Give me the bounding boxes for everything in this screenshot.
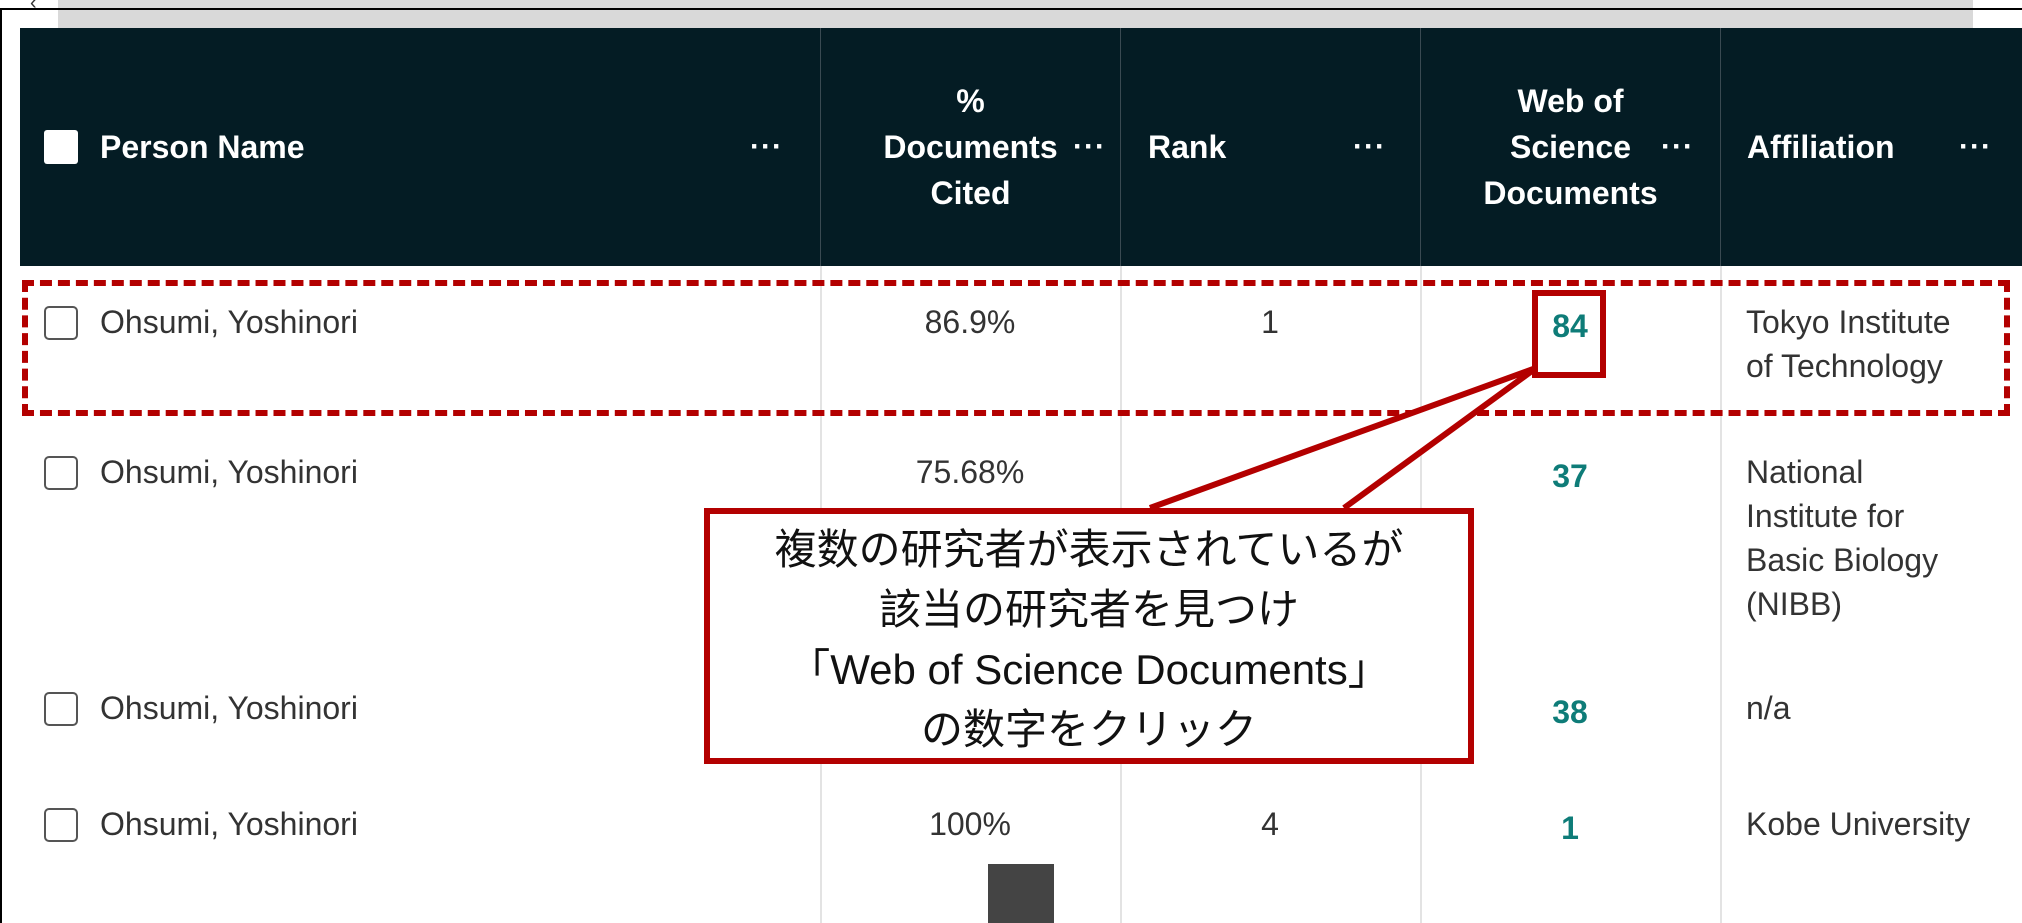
column-header-label: Cited xyxy=(930,175,1011,211)
wos-documents-link[interactable]: 37 xyxy=(1420,454,1720,498)
frame-border-left xyxy=(0,10,2,923)
affiliation: National Institute for Basic Biology (NI… xyxy=(1746,450,2016,626)
horizontal-scrollbar[interactable] xyxy=(58,0,1973,28)
callout-line: 「Web of Science Documents」 xyxy=(788,646,1390,693)
pct-documents-cited: 100% xyxy=(929,806,1011,842)
column-header-label: Documents xyxy=(883,129,1058,165)
pct-documents-cited: 75.68% xyxy=(915,454,1025,490)
callout-line: 複数の研究者が表示されているが xyxy=(774,526,1404,573)
column-header-label: Documents xyxy=(1483,175,1658,211)
more-horizontal-icon[interactable]: ··· xyxy=(1073,124,1106,170)
chevron-left-icon[interactable]: ‹ xyxy=(30,0,48,13)
column-header-person-name[interactable]: Person Name ··· xyxy=(20,28,820,266)
row-checkbox[interactable] xyxy=(44,692,78,726)
column-header-label: % xyxy=(956,83,985,119)
highlight-solid-box xyxy=(1532,290,1606,378)
drag-handle[interactable] xyxy=(988,864,1054,923)
affiliation: Kobe University xyxy=(1746,802,2016,846)
column-header-label: Web of xyxy=(1517,83,1624,119)
select-all-checkbox[interactable] xyxy=(44,130,78,164)
column-header-label: Affiliation xyxy=(1747,129,1895,165)
column-header-label: Science xyxy=(1510,129,1631,165)
more-horizontal-icon[interactable]: ··· xyxy=(1959,124,1992,170)
more-horizontal-icon[interactable]: ··· xyxy=(1661,124,1694,170)
rank-value: 4 xyxy=(1261,806,1279,842)
callout-line: の数字をクリック xyxy=(920,706,1257,753)
person-name[interactable]: Ohsumi, Yoshinori xyxy=(100,802,358,846)
column-header-rank[interactable]: Rank ··· xyxy=(1120,28,1420,266)
callout-line: 該当の研究者を見つけ xyxy=(878,586,1299,633)
affiliation: n/a xyxy=(1746,686,2016,730)
column-header-label: Person Name xyxy=(100,129,305,165)
column-header-pct-documents-cited[interactable]: % Documents Cited ··· xyxy=(820,28,1120,266)
affiliation-line: (NIBB) xyxy=(1746,586,1842,622)
callout-box: 複数の研究者が表示されているが 該当の研究者を見つけ 「Web of Scien… xyxy=(704,508,1474,764)
column-header-label: Rank xyxy=(1148,129,1227,165)
person-name[interactable]: Ohsumi, Yoshinori xyxy=(100,450,358,494)
column-header-wos-documents[interactable]: Web of Science Documents ··· xyxy=(1420,28,1720,266)
affiliation-line: Basic Biology xyxy=(1746,542,1939,578)
frame-border xyxy=(0,8,2022,10)
more-horizontal-icon[interactable]: ··· xyxy=(750,124,783,170)
affiliation-line: Institute for xyxy=(1746,498,1905,534)
row-checkbox[interactable] xyxy=(44,456,78,490)
affiliation-line: n/a xyxy=(1746,690,1791,726)
table-header: Person Name ··· % Documents Cited ··· Ra… xyxy=(20,28,2022,266)
more-horizontal-icon[interactable]: ··· xyxy=(1353,124,1386,170)
highlight-dashed-box xyxy=(22,280,2010,416)
affiliation-line: National xyxy=(1746,454,1864,490)
row-checkbox[interactable] xyxy=(44,808,78,842)
screenshot-stage: ‹ Person Name ··· % Documents Cited ··· … xyxy=(0,0,2022,923)
person-name[interactable]: Ohsumi, Yoshinori xyxy=(100,686,358,730)
affiliation-line: Kobe University xyxy=(1746,806,1971,842)
column-header-affiliation[interactable]: Affiliation ··· xyxy=(1720,28,2022,266)
wos-documents-link[interactable]: 1 xyxy=(1420,806,1720,850)
